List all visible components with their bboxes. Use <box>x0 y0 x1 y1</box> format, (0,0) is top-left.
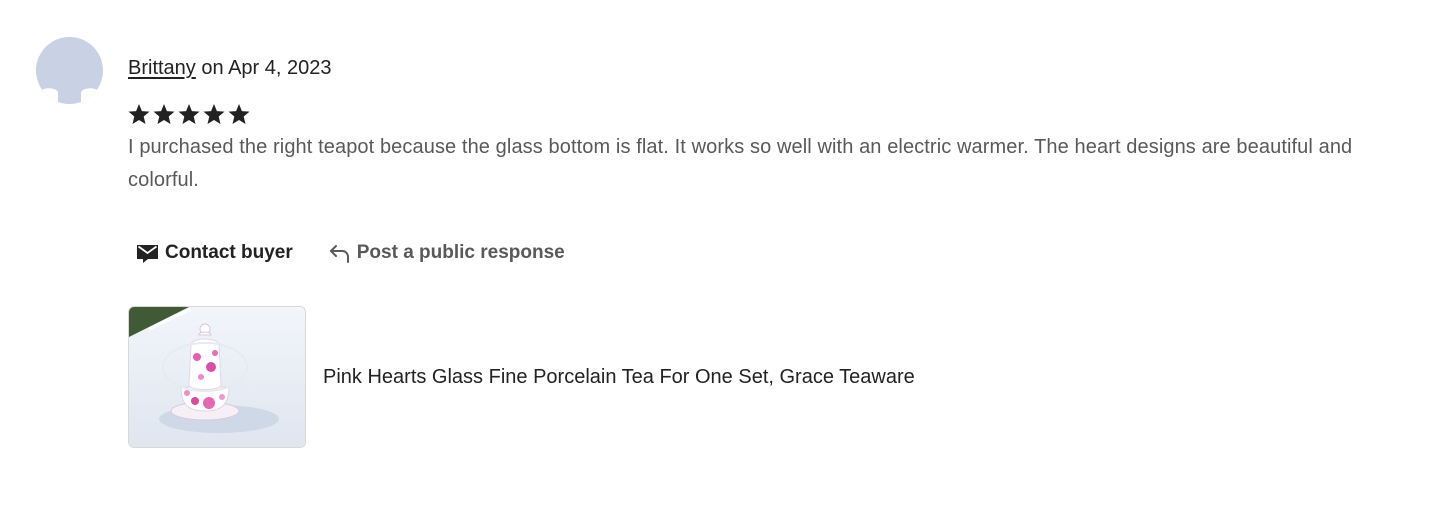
post-public-response-label: Post a public response <box>356 242 565 263</box>
star-icon <box>178 104 200 124</box>
contact-buyer-label: Contact buyer <box>165 242 293 263</box>
contact-buyer-button[interactable]: Contact buyer <box>136 242 293 264</box>
star-icon <box>203 104 225 124</box>
product-title-link[interactable]: Pink Hearts Glass Fine Porcelain Tea For… <box>323 366 915 389</box>
star-icon <box>153 104 175 124</box>
envelope-icon <box>136 242 159 264</box>
star-icon <box>228 104 250 124</box>
reply-arrow-icon <box>329 243 351 263</box>
reviewer-name-link[interactable]: Brittany <box>128 57 196 79</box>
review-text: I purchased the right teapot because the… <box>128 136 1353 191</box>
product-thumbnail[interactable] <box>128 306 306 448</box>
reviewer-avatar <box>36 37 103 104</box>
star-icon <box>128 104 150 124</box>
purchased-product: Pink Hearts Glass Fine Porcelain Tea For… <box>128 306 915 448</box>
review-actions: Contact buyer Post a public response <box>136 242 565 264</box>
star-rating <box>127 102 251 127</box>
review-header: Brittany on Apr 4, 2023 <box>128 56 331 80</box>
review-date: on Apr 4, 2023 <box>195 57 332 79</box>
post-public-response-button[interactable]: Post a public response <box>329 242 565 264</box>
user-silhouette-icon <box>36 48 103 104</box>
